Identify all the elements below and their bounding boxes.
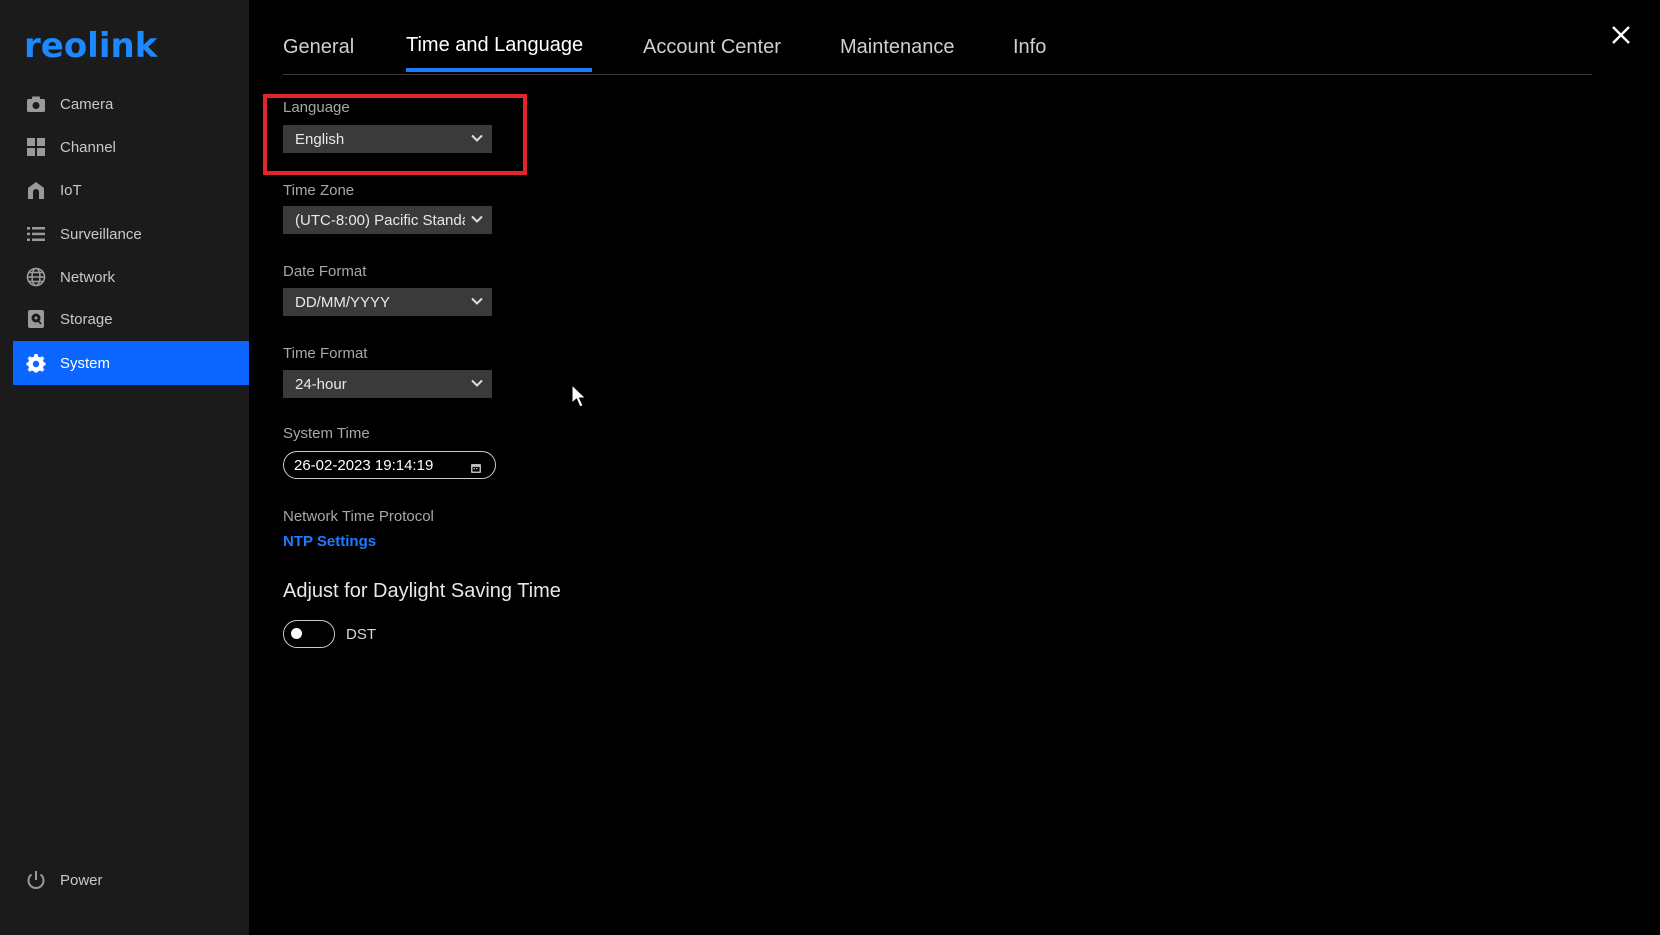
power-label: Power — [60, 871, 103, 889]
toggle-knob — [291, 628, 302, 639]
system-time-value: 26-02-2023 19:14:19 — [294, 456, 434, 474]
gear-icon — [24, 351, 48, 375]
dst-heading: Adjust for Daylight Saving Time — [283, 580, 561, 602]
chevron-down-icon — [470, 131, 484, 145]
power-button[interactable]: Power — [13, 858, 249, 902]
chevron-down-icon — [470, 212, 484, 226]
storage-icon — [24, 307, 48, 331]
system-time-label: System Time — [283, 425, 370, 442]
tabs-divider — [283, 74, 1592, 75]
mouse-cursor-icon — [571, 384, 587, 408]
date-format-value: DD/MM/YYYY — [295, 293, 391, 311]
time-zone-value: (UTC-8:00) Pacific Standard Time — [295, 211, 465, 229]
sidebar-item-label: Surveillance — [60, 225, 142, 243]
tab-account-center[interactable]: Account Center — [643, 36, 781, 71]
time-zone-select[interactable]: (UTC-8:00) Pacific Standard Time — [283, 206, 492, 234]
language-value: English — [295, 130, 345, 148]
sidebar-item-storage[interactable]: Storage — [13, 297, 249, 341]
sidebar-item-label: System — [60, 354, 111, 372]
sidebar-item-surveillance[interactable]: Surveillance — [13, 212, 249, 256]
ntp-label: Network Time Protocol — [283, 508, 434, 525]
list-icon — [24, 222, 48, 246]
time-format-label: Time Format — [283, 345, 368, 362]
power-icon — [24, 868, 48, 892]
time-zone-label: Time Zone — [283, 182, 355, 199]
time-format-value: 24-hour — [295, 375, 347, 393]
chevron-down-icon — [470, 294, 484, 308]
chevron-down-icon — [470, 376, 484, 390]
close-button[interactable] — [1606, 20, 1636, 50]
sidebar-item-label: Storage — [60, 310, 113, 328]
language-label: Language — [283, 99, 350, 116]
sidebar-item-label: Camera — [60, 95, 114, 113]
tab-general[interactable]: General — [283, 36, 354, 71]
system-time-picker[interactable]: 26-02-2023 19:14:19 — [283, 451, 496, 479]
language-select[interactable]: English — [283, 125, 492, 153]
date-format-label: Date Format — [283, 263, 367, 280]
sidebar-item-camera[interactable]: Camera — [13, 82, 249, 126]
tab-info[interactable]: Info — [1013, 36, 1046, 71]
reolink-logo: reolink — [24, 26, 158, 66]
sidebar: reolink Camera Channel IoT Surveillance … — [0, 0, 249, 935]
calendar-icon — [471, 460, 481, 473]
home-icon — [24, 178, 48, 202]
dst-toggle-label: DST — [346, 626, 376, 643]
time-format-select[interactable]: 24-hour — [283, 370, 492, 398]
close-icon — [1612, 26, 1630, 44]
active-tab-indicator — [406, 68, 592, 72]
sidebar-item-iot[interactable]: IoT — [13, 168, 249, 212]
ntp-settings-link[interactable]: NTP Settings — [283, 533, 376, 550]
sidebar-item-label: Network — [60, 268, 116, 286]
dst-toggle[interactable] — [283, 620, 335, 648]
sidebar-item-label: IoT — [60, 181, 82, 199]
sidebar-item-system[interactable]: System — [13, 341, 249, 385]
globe-icon — [24, 265, 48, 289]
sidebar-item-network[interactable]: Network — [13, 255, 249, 299]
tab-maintenance[interactable]: Maintenance — [840, 36, 955, 71]
date-format-select[interactable]: DD/MM/YYYY — [283, 288, 492, 316]
sidebar-item-channel[interactable]: Channel — [13, 125, 249, 169]
tab-time-and-language[interactable]: Time and Language — [406, 34, 583, 69]
camera-icon — [24, 92, 48, 116]
sidebar-item-label: Channel — [60, 138, 116, 156]
grid-icon — [24, 135, 48, 159]
